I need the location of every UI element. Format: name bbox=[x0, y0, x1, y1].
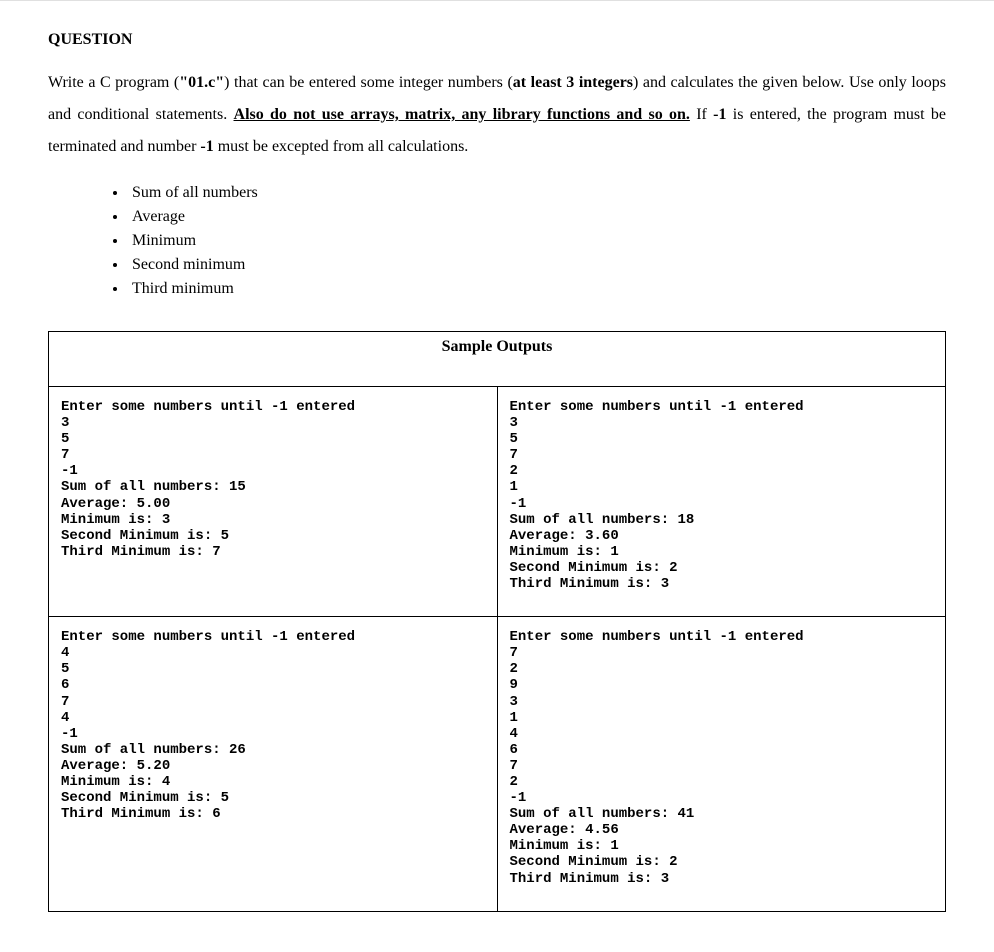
sample-output-2: Enter some numbers until -1 entered 3 5 … bbox=[510, 399, 934, 592]
sample-cell-4: Enter some numbers until -1 entered 7 2 … bbox=[497, 617, 946, 912]
sample-output-4: Enter some numbers until -1 entered 7 2 … bbox=[510, 629, 934, 887]
list-item: Average bbox=[128, 205, 946, 229]
text-run: -1 bbox=[200, 138, 213, 155]
list-item: Minimum bbox=[128, 229, 946, 253]
sample-output-1: Enter some numbers until -1 entered 3 5 … bbox=[61, 399, 485, 560]
text-run: Write a C program ( bbox=[48, 74, 179, 91]
text-run: -1 bbox=[713, 106, 726, 123]
section-heading: QUESTION bbox=[48, 31, 946, 49]
sample-output-3: Enter some numbers until -1 entered 4 5 … bbox=[61, 629, 485, 822]
sample-cell-1: Enter some numbers until -1 entered 3 5 … bbox=[49, 387, 498, 617]
document-page: QUESTION Write a C program ("01.c") that… bbox=[0, 0, 994, 952]
sample-outputs-title: Sample Outputs bbox=[49, 332, 946, 387]
list-item: Third minimum bbox=[128, 277, 946, 301]
text-run: must be excepted from all calculations. bbox=[214, 138, 469, 155]
text-run: "01.c" bbox=[179, 74, 224, 91]
question-paragraph: Write a C program ("01.c") that can be e… bbox=[48, 67, 946, 163]
text-run: at least 3 integers bbox=[513, 74, 633, 91]
text-run: If bbox=[690, 106, 713, 123]
list-item: Sum of all numbers bbox=[128, 181, 946, 205]
text-run: Also do not use arrays, matrix, any libr… bbox=[234, 106, 690, 123]
text-run: ) that can be entered some integer numbe… bbox=[224, 74, 513, 91]
sample-cell-3: Enter some numbers until -1 entered 4 5 … bbox=[49, 617, 498, 912]
sample-outputs-table: Sample Outputs Enter some numbers until … bbox=[48, 331, 946, 912]
sample-cell-2: Enter some numbers until -1 entered 3 5 … bbox=[497, 387, 946, 617]
requirements-list: Sum of all numbers Average Minimum Secon… bbox=[48, 181, 946, 301]
list-item: Second minimum bbox=[128, 253, 946, 277]
